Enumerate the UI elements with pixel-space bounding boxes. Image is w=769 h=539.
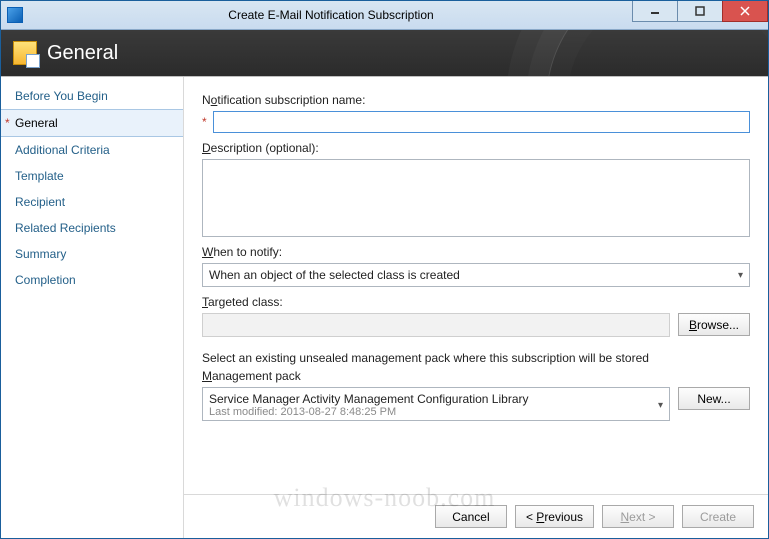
title-bar: Create E-Mail Notification Subscription (1, 1, 768, 30)
banner-heading: General (47, 42, 118, 65)
window-controls (633, 1, 768, 29)
chevron-down-icon: ▾ (658, 400, 663, 411)
wizard-body: Before You Begin General Additional Crit… (1, 76, 768, 538)
mp-label: Management pack (202, 369, 750, 383)
step-related-recipients[interactable]: Related Recipients (1, 215, 183, 241)
wizard-banner: General (1, 30, 768, 76)
cancel-button[interactable]: Cancel (435, 505, 507, 528)
minimize-button[interactable] (632, 1, 678, 22)
name-label: Notification subscription name: (202, 93, 750, 107)
maximize-button[interactable] (677, 1, 723, 22)
wizard-steps: Before You Begin General Additional Crit… (1, 77, 184, 538)
when-label: When to notify: (202, 245, 750, 259)
app-icon (7, 7, 23, 23)
browse-button[interactable]: Browse... (678, 313, 750, 336)
step-summary[interactable]: Summary (1, 241, 183, 267)
mp-last-modified: Last modified: 2013-08-27 8:48:25 PM (209, 406, 529, 418)
step-before-you-begin[interactable]: Before You Begin (1, 83, 183, 109)
management-pack-select[interactable]: Service Manager Activity Management Conf… (202, 387, 670, 421)
wizard-window: Create E-Mail Notification Subscription … (0, 0, 769, 539)
create-button[interactable]: Create (682, 505, 754, 528)
next-button[interactable]: Next > (602, 505, 674, 528)
mail-icon (13, 41, 37, 65)
chevron-down-icon: ▾ (738, 270, 743, 281)
close-button[interactable] (722, 1, 768, 22)
window-title: Create E-Mail Notification Subscription (29, 8, 633, 22)
step-template[interactable]: Template (1, 163, 183, 189)
targeted-class-label: Targeted class: (202, 295, 750, 309)
when-value: When an object of the selected class is … (209, 268, 460, 282)
mp-value: Service Manager Activity Management Conf… (209, 392, 529, 406)
mp-help-text: Select an existing unsealed management p… (202, 351, 750, 365)
new-mp-button[interactable]: New... (678, 387, 750, 410)
step-recipient[interactable]: Recipient (1, 189, 183, 215)
step-additional-criteria[interactable]: Additional Criteria (1, 137, 183, 163)
required-marker: * (202, 115, 207, 129)
description-label: Description (optional): (202, 141, 750, 155)
form-panel: Notification subscription name: * Descri… (184, 77, 768, 538)
previous-button[interactable]: < Previous (515, 505, 594, 528)
targeted-class-field (202, 313, 670, 337)
subscription-name-input[interactable] (213, 111, 750, 133)
wizard-footer: Cancel < Previous Next > Create (184, 494, 768, 538)
description-textarea[interactable] (202, 159, 750, 237)
step-completion[interactable]: Completion (1, 267, 183, 293)
step-general[interactable]: General (1, 109, 183, 137)
when-to-notify-select[interactable]: When an object of the selected class is … (202, 263, 750, 287)
